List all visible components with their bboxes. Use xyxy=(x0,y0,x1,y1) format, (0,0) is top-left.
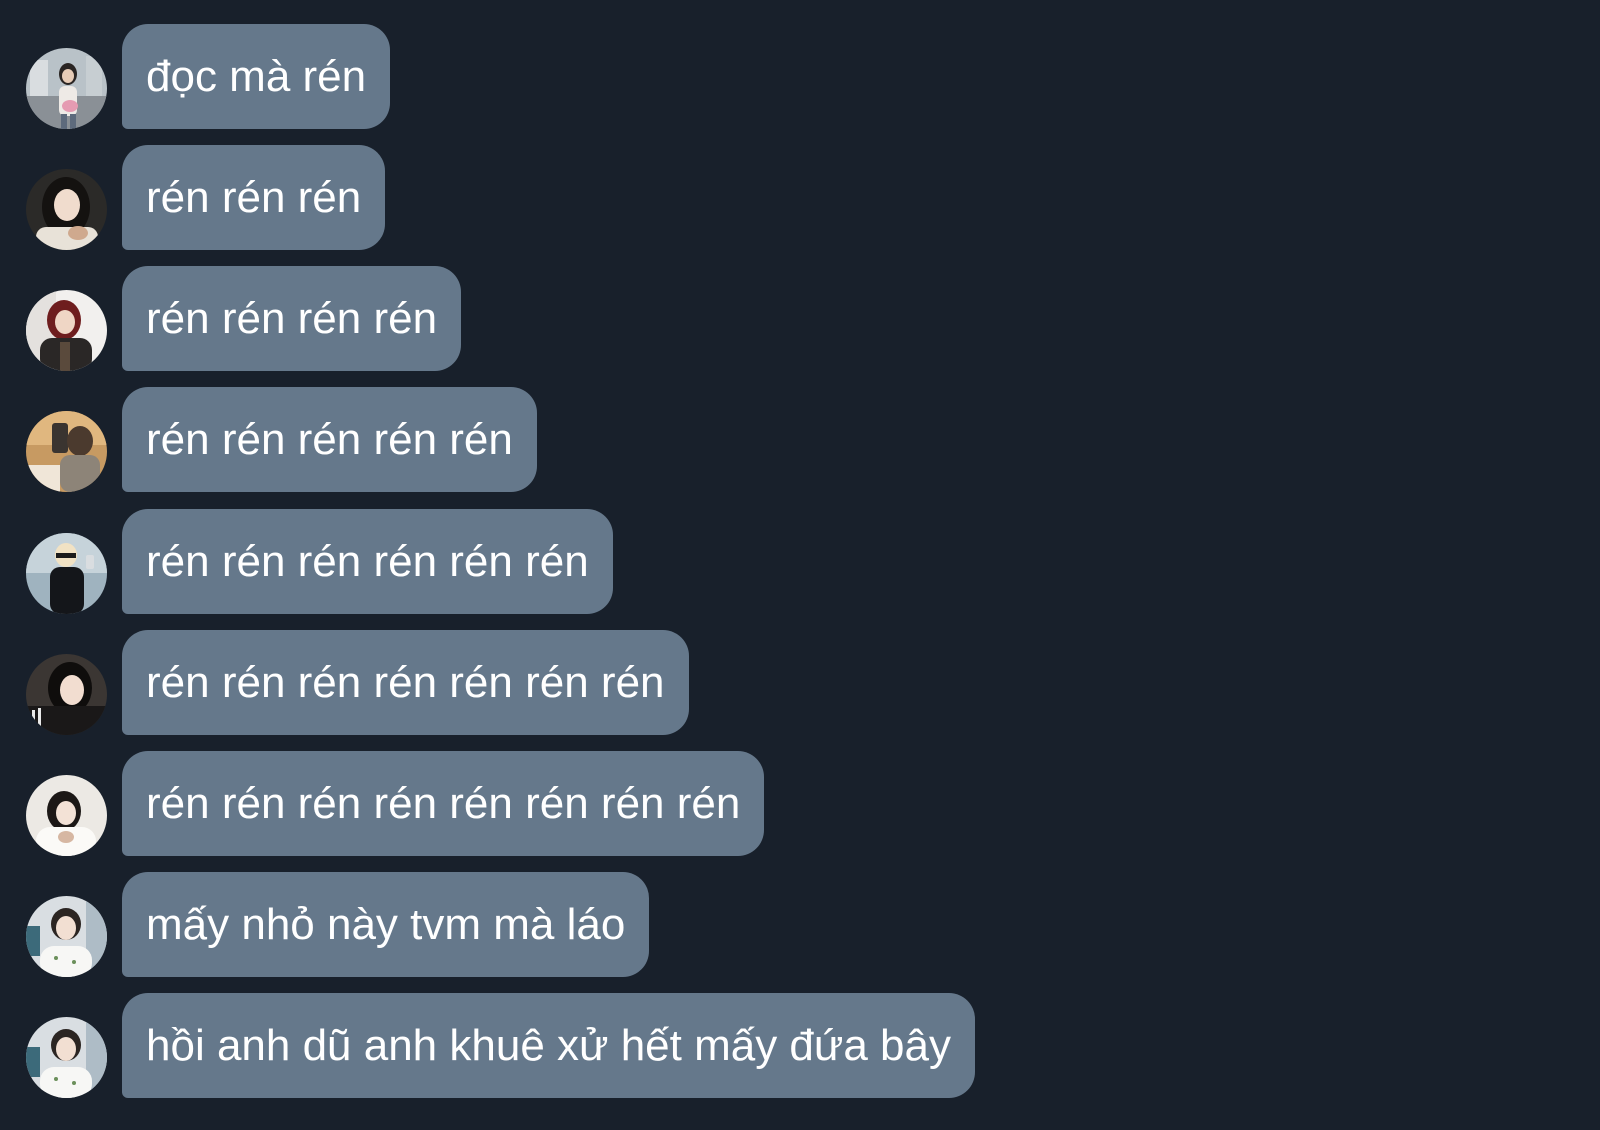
avatar[interactable] xyxy=(26,1017,107,1098)
girl-white-outfit-avatar-image xyxy=(26,775,107,856)
avatar[interactable] xyxy=(26,654,107,735)
message-row: rén rén rén rén rén rén rén rén xyxy=(0,751,1600,856)
avatar[interactable] xyxy=(26,169,107,250)
message-bubble[interactable]: hồi anh dũ anh khuê xử hết mấy đứa bây xyxy=(122,993,975,1098)
message-bubble[interactable]: rén rén rén rén rén rén rén rén xyxy=(122,751,765,856)
message-bubble[interactable]: rén rén rén rén rén rén rén xyxy=(122,630,689,735)
avatar[interactable] xyxy=(26,411,107,492)
message-bubble[interactable]: đọc mà rén xyxy=(122,24,391,129)
message-row: rén rén rén rén xyxy=(0,266,1600,371)
avatar[interactable] xyxy=(26,290,107,371)
message-bubble[interactable]: mấy nhỏ này tvm mà láo xyxy=(122,872,650,977)
avatar[interactable] xyxy=(26,896,107,977)
chat-message-list: đọc mà rén rén rén rén rén rén rén rén r… xyxy=(0,0,1600,1130)
message-row: hồi anh dũ anh khuê xử hết mấy đứa bây xyxy=(0,993,1600,1098)
message-row: rén rén rén rén rén rén xyxy=(0,509,1600,614)
avatar[interactable] xyxy=(26,533,107,614)
message-row: mấy nhỏ này tvm mà láo xyxy=(0,872,1600,977)
message-row: đọc mà rén xyxy=(0,24,1600,129)
girl-red-hair-avatar-image xyxy=(26,290,107,371)
blonde-mirror-selfie-avatar-image xyxy=(26,533,107,614)
message-bubble[interactable]: rén rén rén rén rén rén xyxy=(122,509,613,614)
mirror-selfie-avatar-image xyxy=(26,411,107,492)
message-bubble[interactable]: rén rén rén rén rén xyxy=(122,387,537,492)
boy-white-shirt-avatar-image xyxy=(26,1017,107,1098)
girl-long-dark-hair-avatar-image xyxy=(26,169,107,250)
girl-dark-jacket-avatar-image xyxy=(26,654,107,735)
message-row: rén rén rén rén rén rén rén xyxy=(0,630,1600,735)
message-row: rén rén rén rén rén xyxy=(0,387,1600,492)
message-bubble[interactable]: rén rén rén rén xyxy=(122,266,462,371)
message-bubble[interactable]: rén rén rén xyxy=(122,145,386,250)
avatar[interactable] xyxy=(26,775,107,856)
avatar[interactable] xyxy=(26,48,107,129)
message-row: rén rén rén xyxy=(0,145,1600,250)
girl-street-photo-avatar-image xyxy=(26,48,107,129)
boy-white-shirt-avatar-image xyxy=(26,896,107,977)
